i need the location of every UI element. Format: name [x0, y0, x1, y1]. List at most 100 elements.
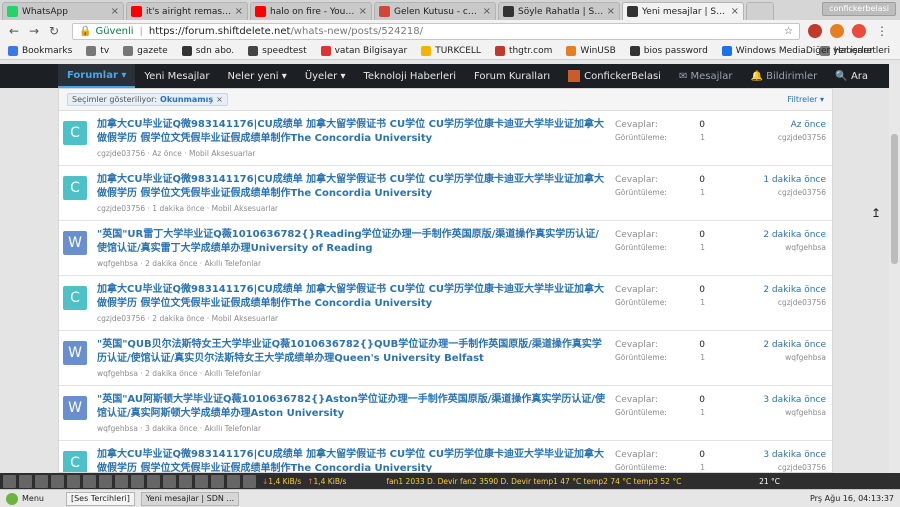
last-post-time[interactable]: 3 dakika önce — [763, 448, 826, 462]
bookmark-item[interactable]: sdn abo. — [181, 45, 234, 56]
bookmark-item[interactable]: gazete — [123, 45, 168, 56]
bookmark-item[interactable]: Windows Media — [721, 45, 806, 56]
bookmark-item[interactable]: thgtr.com — [494, 45, 552, 56]
user-menu[interactable]: ConfickerBelasi — [559, 64, 670, 88]
app-icon[interactable] — [115, 474, 128, 488]
thread-title[interactable]: 加拿大CU毕业证Q微983141176|CU成绩单 加拿大留学假证书 CU学位 … — [97, 448, 607, 472]
thread-title[interactable]: 加拿大CU毕业证Q微983141176|CU成绩单 加拿大留学假证书 CU学位 … — [97, 283, 607, 311]
filter-chip[interactable]: Seçimler gösteriliyor: Okunmamış × — [67, 93, 228, 106]
app-icon[interactable] — [3, 474, 16, 488]
address-bar[interactable]: 🔒 Güvenli | https://forum.shiftdelete.ne… — [72, 22, 800, 40]
close-tab-icon[interactable]: × — [359, 6, 367, 17]
bookmark-item[interactable]: speedtest — [248, 45, 307, 56]
bookmark-item[interactable]: bios password — [629, 45, 708, 56]
bookmark-item[interactable]: Bookmarks — [8, 45, 72, 56]
avatar[interactable]: W — [63, 231, 87, 255]
app-icon[interactable] — [147, 474, 160, 488]
last-post-time[interactable]: 1 dakika önce — [763, 173, 826, 187]
bookmark-item[interactable]: TURKCELL — [421, 45, 481, 56]
browser-tab[interactable]: halo on fire - YouTube× — [250, 2, 372, 20]
thread-forum[interactable]: Mobil Aksesuarlar — [189, 149, 255, 158]
app-icon[interactable] — [67, 474, 80, 488]
messages-link[interactable]: ✉ Mesajlar — [670, 64, 742, 88]
nav-forumlar[interactable]: Forumlar ▾ — [58, 64, 136, 88]
app-icon[interactable] — [179, 474, 192, 488]
app-icon[interactable] — [243, 474, 256, 488]
app-icon[interactable] — [131, 474, 144, 488]
thread-author[interactable]: wqfgehbsa — [97, 259, 138, 268]
thread-time[interactable]: 2 dakika önce — [145, 369, 197, 378]
browser-tab[interactable]: Söyle Rahatla | Sayfa× — [498, 2, 620, 20]
page-scrollbar[interactable] — [889, 64, 900, 473]
close-icon[interactable]: × — [216, 95, 223, 104]
bookmark-item[interactable]: tv — [86, 45, 109, 56]
browser-tab[interactable]: Gelen Kutusu - confick× — [374, 2, 496, 20]
thread-forum[interactable]: Akıllı Telefonlar — [204, 424, 261, 433]
task-ses-tercihleri[interactable]: [Ses Tercihleri] — [65, 491, 135, 506]
thread-title[interactable]: 加拿大CU毕业证Q微983141176|CU成绩单 加拿大留学假证书 CU学位 … — [97, 173, 607, 201]
app-icon[interactable] — [35, 474, 48, 488]
close-tab-icon[interactable]: × — [111, 6, 119, 17]
avatar[interactable]: W — [63, 396, 87, 420]
thread-time[interactable]: Az önce — [152, 149, 182, 158]
bookmark-item[interactable]: WinUSB — [566, 45, 616, 56]
thread-forum[interactable]: Akıllı Telefonlar — [204, 369, 261, 378]
extension-icon[interactable] — [830, 24, 844, 38]
last-post-user[interactable]: wqfgehbsa — [763, 242, 826, 253]
thread-forum[interactable]: Mobil Aksesuarlar — [212, 314, 278, 323]
last-post-user[interactable]: wqfgehbsa — [763, 352, 826, 363]
close-tab-icon[interactable]: × — [731, 6, 739, 17]
menu-icon[interactable]: ⋮ — [874, 24, 890, 38]
close-tab-icon[interactable]: × — [235, 6, 243, 17]
last-post-time[interactable]: 2 dakika önce — [763, 228, 826, 242]
last-post-time[interactable]: 2 dakika önce — [763, 283, 826, 297]
extension-icon[interactable] — [852, 24, 866, 38]
new-tab-button[interactable] — [746, 2, 774, 20]
forward-icon[interactable]: → — [26, 24, 42, 38]
browser-tab[interactable]: WhatsApp × — [2, 2, 124, 20]
nav-neler-yeni[interactable]: Neler yeni ▾ — [219, 64, 296, 88]
last-post-user[interactable]: cgzjde03756 — [778, 132, 826, 143]
extension-icon[interactable] — [808, 24, 822, 38]
thread-title[interactable]: 加拿大CU毕业证Q微983141176|CU成绩单 加拿大留学假证书 CU学位 … — [97, 118, 607, 146]
avatar[interactable]: C — [63, 176, 87, 200]
thread-title[interactable]: "英国"QUB贝尔法斯特女王大学毕业证Q薇1010636782{}QUB学位证办… — [97, 338, 607, 366]
thread-forum[interactable]: Mobil Aksesuarlar — [212, 204, 278, 213]
avatar[interactable]: C — [63, 451, 87, 472]
other-bookmarks[interactable]: Diğer yer işaretleri — [806, 46, 890, 56]
app-icon[interactable] — [19, 474, 32, 488]
thread-forum[interactable]: Akıllı Telefonlar — [204, 259, 261, 268]
thread-time[interactable]: 1 dakika önce — [152, 204, 204, 213]
nav-uyeler[interactable]: Üyeler ▾ — [296, 64, 355, 88]
alerts-link[interactable]: 🔔 Bildirimler — [741, 64, 826, 88]
last-post-user[interactable]: wqfgehbsa — [763, 407, 826, 418]
app-icon[interactable] — [163, 474, 176, 488]
avatar[interactable]: C — [63, 286, 87, 310]
last-post-user[interactable]: cgzjde03756 — [763, 462, 826, 472]
avatar[interactable]: C — [63, 121, 87, 145]
thread-author[interactable]: cgzjde03756 — [97, 149, 145, 158]
last-post-user[interactable]: cgzjde03756 — [763, 297, 826, 308]
thread-time[interactable]: 2 dakika önce — [152, 314, 204, 323]
thread-time[interactable]: 3 dakika önce — [145, 424, 197, 433]
task-browser[interactable]: Yeni mesajlar | SDN ... — [140, 491, 240, 506]
close-tab-icon[interactable]: × — [483, 6, 491, 17]
last-post-user[interactable]: cgzjde03756 — [763, 187, 826, 198]
start-menu-button[interactable]: Menu — [6, 492, 44, 505]
profile-button[interactable]: confickerbelasi — [822, 2, 896, 16]
scrollbar-thumb[interactable] — [891, 134, 898, 264]
thread-author[interactable]: wqfgehbsa — [97, 369, 138, 378]
thread-title[interactable]: "英国"AU阿斯顿大学毕业证Q薇1010636782{}Aston学位证办理一手… — [97, 393, 607, 421]
app-icon[interactable] — [227, 474, 240, 488]
thread-author[interactable]: cgzjde03756 — [97, 314, 145, 323]
search-link[interactable]: 🔍 Ara — [826, 64, 877, 88]
bookmark-item[interactable]: vatan Bilgisayar — [320, 45, 407, 56]
nav-forum-kurallari[interactable]: Forum Kuralları — [465, 64, 559, 88]
last-post-time[interactable]: Az önce — [778, 118, 826, 132]
browser-tab[interactable]: Yeni mesajlar | SDN F× — [622, 2, 744, 20]
close-tab-icon[interactable]: × — [607, 6, 615, 17]
app-icon[interactable] — [83, 474, 96, 488]
avatar[interactable]: W — [63, 341, 87, 365]
bookmark-star-icon[interactable]: ☆ — [784, 26, 793, 37]
browser-tab[interactable]: it's airight remastered× — [126, 2, 248, 20]
